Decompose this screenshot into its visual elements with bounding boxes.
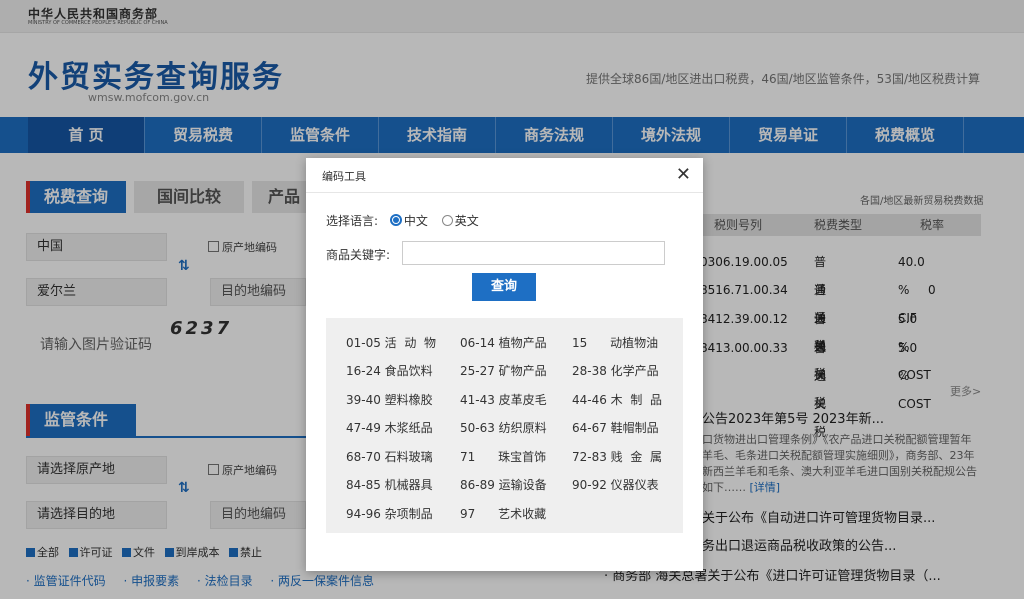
category-item[interactable]: 97 艺术收藏 — [460, 505, 546, 522]
category-item[interactable]: 28-38 化学产品 — [572, 362, 659, 379]
category-item[interactable]: 86-89 运输设备 — [460, 476, 547, 493]
category-item[interactable]: 68-70 石料玻璃 — [346, 448, 433, 465]
keyword-input[interactable] — [402, 241, 665, 265]
category-item[interactable]: 94-96 杂项制品 — [346, 505, 433, 522]
category-item[interactable]: 64-67 鞋帽制品 — [572, 419, 659, 436]
category-item[interactable]: 71 珠宝首饰 — [460, 448, 546, 465]
category-item[interactable]: 50-63 纺织原料 — [460, 419, 547, 436]
category-item[interactable]: 16-24 食品饮料 — [346, 362, 433, 379]
language-label: 选择语言: — [326, 214, 379, 228]
category-item[interactable]: 25-27 矿物产品 — [460, 362, 547, 379]
radio-english[interactable]: 英文 — [432, 214, 479, 228]
keyword-label: 商品关键字: — [326, 248, 391, 262]
category-item[interactable]: 01-05 活 动 物 — [346, 334, 436, 351]
close-icon[interactable]: ✕ — [676, 164, 691, 185]
category-item[interactable]: 41-43 皮革皮毛 — [460, 391, 547, 408]
search-button[interactable]: 查询 — [472, 273, 536, 301]
category-item[interactable]: 90-92 仪器仪表 — [572, 476, 659, 493]
category-item[interactable]: 84-85 机械器具 — [346, 476, 433, 493]
category-panel: 01-05 活 动 物 06-14 植物产品 15 动植物油 16-24 食品饮… — [326, 318, 683, 533]
radio-chinese[interactable]: 中文 — [382, 214, 428, 228]
dialog-title: 编码工具 — [322, 170, 366, 183]
category-item[interactable]: 44-46 木 制 品 — [572, 391, 662, 408]
category-item[interactable]: 15 动植物油 — [572, 334, 658, 351]
language-selector: 选择语言: 中文 英文 — [326, 212, 479, 229]
category-item[interactable]: 72-83 贱 金 属 — [572, 448, 662, 465]
category-item[interactable]: 06-14 植物产品 — [460, 334, 547, 351]
category-item[interactable]: 39-40 塑料橡胶 — [346, 391, 433, 408]
dialog-header: 编码工具 ✕ — [306, 158, 703, 193]
category-item[interactable]: 47-49 木浆纸品 — [346, 419, 433, 436]
code-tool-dialog: 编码工具 ✕ 选择语言: 中文 英文 商品关键字: 查询 01-05 活 动 物… — [306, 158, 703, 571]
